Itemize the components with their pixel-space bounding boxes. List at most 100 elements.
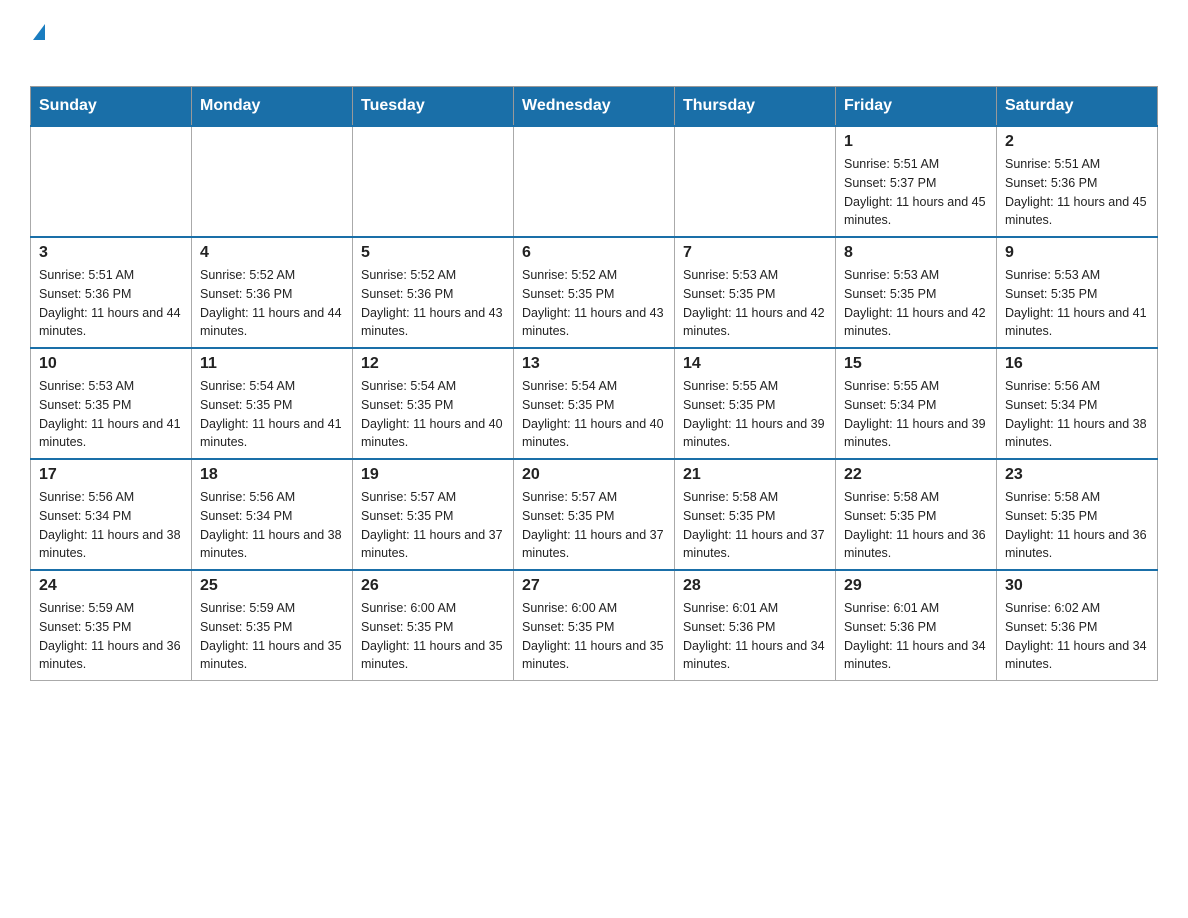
day-number: 19	[361, 466, 505, 484]
header-saturday: Saturday	[997, 87, 1158, 127]
day-info: Sunrise: 5:57 AMSunset: 5:35 PMDaylight:…	[361, 488, 505, 563]
day-number: 25	[200, 577, 344, 595]
day-number: 15	[844, 355, 988, 373]
day-cell: 14 Sunrise: 5:55 AMSunset: 5:35 PMDayligh…	[675, 348, 836, 459]
day-cell: 13 Sunrise: 5:54 AMSunset: 5:35 PMDayligh…	[514, 348, 675, 459]
day-info: Sunrise: 6:01 AMSunset: 5:36 PMDaylight:…	[844, 599, 988, 674]
calendar-table: SundayMondayTuesdayWednesdayThursdayFrid…	[30, 86, 1158, 681]
day-number: 6	[522, 244, 666, 262]
day-info: Sunrise: 5:55 AMSunset: 5:34 PMDaylight:…	[844, 377, 988, 452]
day-info: Sunrise: 5:54 AMSunset: 5:35 PMDaylight:…	[522, 377, 666, 452]
day-cell	[514, 126, 675, 237]
day-number: 5	[361, 244, 505, 262]
day-cell: 1 Sunrise: 5:51 AMSunset: 5:37 PMDaylight…	[836, 126, 997, 237]
week-row-3: 10 Sunrise: 5:53 AMSunset: 5:35 PMDayligh…	[31, 348, 1158, 459]
header-wednesday: Wednesday	[514, 87, 675, 127]
day-cell: 12Sunrise: 5:54 AMSunset: 5:35 PMDayligh…	[353, 348, 514, 459]
day-info: Sunrise: 5:56 AMSunset: 5:34 PMDaylight:…	[39, 488, 183, 563]
day-cell	[675, 126, 836, 237]
day-info: Sunrise: 5:51 AMSunset: 5:36 PMDaylight:…	[39, 266, 183, 341]
day-info: Sunrise: 6:01 AMSunset: 5:36 PMDaylight:…	[683, 599, 827, 674]
day-info: Sunrise: 5:53 AMSunset: 5:35 PMDaylight:…	[844, 266, 988, 341]
day-number: 30	[1005, 577, 1149, 595]
day-cell: 16 Sunrise: 5:56 AMSunset: 5:34 PMDayligh…	[997, 348, 1158, 459]
day-info: Sunrise: 5:58 AMSunset: 5:35 PMDaylight:…	[844, 488, 988, 563]
day-info: Sunrise: 5:58 AMSunset: 5:35 PMDaylight:…	[1005, 488, 1149, 563]
day-info: Sunrise: 5:51 AMSunset: 5:36 PMDaylight:…	[1005, 155, 1149, 230]
day-cell	[353, 126, 514, 237]
week-row-2: 3 Sunrise: 5:51 AMSunset: 5:36 PMDaylight…	[31, 237, 1158, 348]
page-header	[30, 24, 1158, 66]
day-cell: 11 Sunrise: 5:54 AMSunset: 5:35 PMDayligh…	[192, 348, 353, 459]
day-cell: 19 Sunrise: 5:57 AMSunset: 5:35 PMDayligh…	[353, 459, 514, 570]
day-cell: 5 Sunrise: 5:52 AMSunset: 5:36 PMDaylight…	[353, 237, 514, 348]
day-number: 9	[1005, 244, 1149, 262]
day-number: 14	[683, 355, 827, 373]
day-info: Sunrise: 5:52 AMSunset: 5:35 PMDaylight:…	[522, 266, 666, 341]
week-row-5: 24Sunrise: 5:59 AMSunset: 5:35 PMDayligh…	[31, 570, 1158, 681]
day-number: 18	[200, 466, 344, 484]
header-friday: Friday	[836, 87, 997, 127]
week-row-1: 1 Sunrise: 5:51 AMSunset: 5:37 PMDaylight…	[31, 126, 1158, 237]
day-number: 28	[683, 577, 827, 595]
day-number: 13	[522, 355, 666, 373]
day-number: 26	[361, 577, 505, 595]
day-info: Sunrise: 5:54 AMSunset: 5:35 PMDaylight:…	[200, 377, 344, 452]
day-cell: 3 Sunrise: 5:51 AMSunset: 5:36 PMDaylight…	[31, 237, 192, 348]
day-cell: 2 Sunrise: 5:51 AMSunset: 5:36 PMDaylight…	[997, 126, 1158, 237]
day-number: 23	[1005, 466, 1149, 484]
day-number: 17	[39, 466, 183, 484]
day-info: Sunrise: 5:51 AMSunset: 5:37 PMDaylight:…	[844, 155, 988, 230]
day-info: Sunrise: 5:52 AMSunset: 5:36 PMDaylight:…	[200, 266, 344, 341]
day-cell: 27Sunrise: 6:00 AMSunset: 5:35 PMDayligh…	[514, 570, 675, 681]
day-info: Sunrise: 5:54 AMSunset: 5:35 PMDaylight:…	[361, 377, 505, 452]
day-info: Sunrise: 5:55 AMSunset: 5:35 PMDaylight:…	[683, 377, 827, 452]
day-info: Sunrise: 5:56 AMSunset: 5:34 PMDaylight:…	[1005, 377, 1149, 452]
day-number: 8	[844, 244, 988, 262]
day-cell: 21 Sunrise: 5:58 AMSunset: 5:35 PMDayligh…	[675, 459, 836, 570]
day-cell	[192, 126, 353, 237]
day-info: Sunrise: 5:53 AMSunset: 5:35 PMDaylight:…	[1005, 266, 1149, 341]
day-cell: 28 Sunrise: 6:01 AMSunset: 5:36 PMDayligh…	[675, 570, 836, 681]
day-number: 21	[683, 466, 827, 484]
day-number: 10	[39, 355, 183, 373]
day-info: Sunrise: 5:56 AMSunset: 5:34 PMDaylight:…	[200, 488, 344, 563]
day-cell: 8 Sunrise: 5:53 AMSunset: 5:35 PMDaylight…	[836, 237, 997, 348]
day-info: Sunrise: 5:52 AMSunset: 5:36 PMDaylight:…	[361, 266, 505, 341]
day-cell: 4 Sunrise: 5:52 AMSunset: 5:36 PMDaylight…	[192, 237, 353, 348]
day-cell	[31, 126, 192, 237]
day-number: 4	[200, 244, 344, 262]
header-monday: Monday	[192, 87, 353, 127]
header-thursday: Thursday	[675, 87, 836, 127]
day-cell: 23 Sunrise: 5:58 AMSunset: 5:35 PMDayligh…	[997, 459, 1158, 570]
day-cell: 25 Sunrise: 5:59 AMSunset: 5:35 PMDayligh…	[192, 570, 353, 681]
day-info: Sunrise: 5:59 AMSunset: 5:35 PMDaylight:…	[39, 599, 183, 674]
day-cell: 26 Sunrise: 6:00 AMSunset: 5:35 PMDayligh…	[353, 570, 514, 681]
day-number: 3	[39, 244, 183, 262]
day-cell: 24Sunrise: 5:59 AMSunset: 5:35 PMDayligh…	[31, 570, 192, 681]
day-info: Sunrise: 5:59 AMSunset: 5:35 PMDaylight:…	[200, 599, 344, 674]
day-info: Sunrise: 6:02 AMSunset: 5:36 PMDaylight:…	[1005, 599, 1149, 674]
day-cell: 10 Sunrise: 5:53 AMSunset: 5:35 PMDayligh…	[31, 348, 192, 459]
day-number: 27	[522, 577, 666, 595]
day-number: 16	[1005, 355, 1149, 373]
header-sunday: Sunday	[31, 87, 192, 127]
day-cell: 15 Sunrise: 5:55 AMSunset: 5:34 PMDayligh…	[836, 348, 997, 459]
day-info: Sunrise: 6:00 AMSunset: 5:35 PMDaylight:…	[361, 599, 505, 674]
day-number: 22	[844, 466, 988, 484]
week-row-4: 17 Sunrise: 5:56 AMSunset: 5:34 PMDayligh…	[31, 459, 1158, 570]
day-cell: 17 Sunrise: 5:56 AMSunset: 5:34 PMDayligh…	[31, 459, 192, 570]
day-number: 7	[683, 244, 827, 262]
day-number: 1	[844, 133, 988, 151]
day-number: 11	[200, 355, 344, 373]
logo	[30, 24, 52, 66]
day-number: 2	[1005, 133, 1149, 151]
day-info: Sunrise: 5:53 AMSunset: 5:35 PMDaylight:…	[683, 266, 827, 341]
day-cell: 6 Sunrise: 5:52 AMSunset: 5:35 PMDaylight…	[514, 237, 675, 348]
day-number: 20	[522, 466, 666, 484]
day-number: 29	[844, 577, 988, 595]
day-info: Sunrise: 5:53 AMSunset: 5:35 PMDaylight:…	[39, 377, 183, 452]
calendar-header-row: SundayMondayTuesdayWednesdayThursdayFrid…	[31, 87, 1158, 127]
day-info: Sunrise: 5:58 AMSunset: 5:35 PMDaylight:…	[683, 488, 827, 563]
day-cell: 7 Sunrise: 5:53 AMSunset: 5:35 PMDaylight…	[675, 237, 836, 348]
